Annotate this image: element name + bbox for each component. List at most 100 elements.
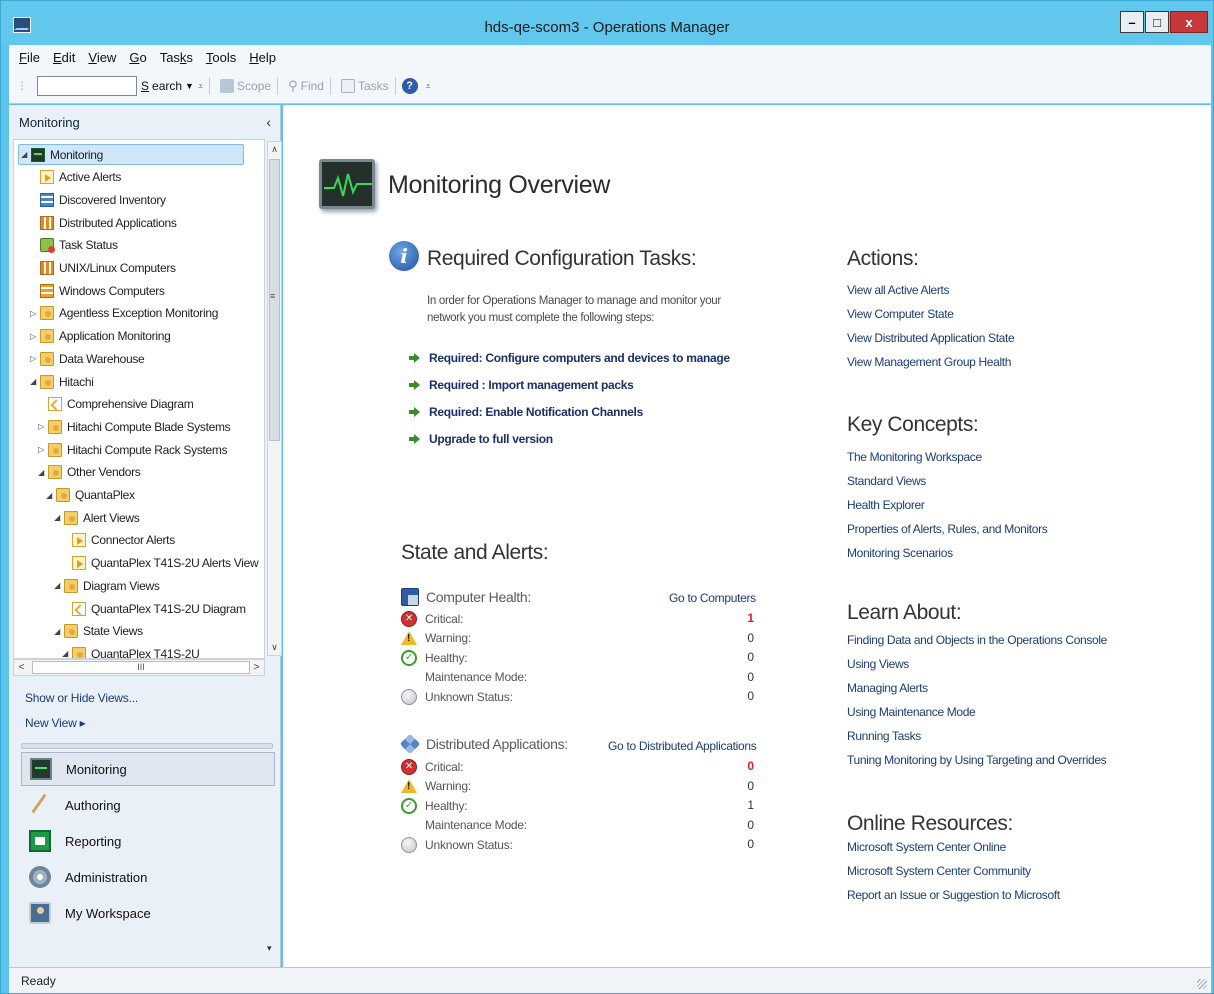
tree-item[interactable]: Discovered Inventory [28,189,166,210]
online-resources-link[interactable]: Microsoft System Center Community [847,864,1031,878]
scroll-left-icon[interactable]: < [14,660,29,675]
tree-item[interactable]: ▷ Data Warehouse [28,348,145,369]
learn-about-link[interactable]: Using Maintenance Mode [847,705,976,719]
state-row-warning[interactable]: Warning: [401,777,471,796]
tree-item[interactable]: Comprehensive Diagram [36,394,194,415]
learn-about-link[interactable]: Using Views [847,657,909,671]
tree-item[interactable]: ◢ Alert Views [52,507,140,528]
online-resources-link[interactable]: Microsoft System Center Online [847,840,1006,854]
go-to-computers-link[interactable]: Go to Computers [669,591,756,605]
state-row-healthy[interactable]: ✓ Healthy: [401,796,468,815]
minimize-button[interactable]: – [1120,11,1144,33]
key-concepts-link[interactable]: The Monitoring Workspace [847,450,982,464]
find-button[interactable]: ⚲ Find [288,78,324,94]
tree-item[interactable]: ▷ Hitachi Compute Rack Systems [36,439,228,460]
expand-toggle-icon[interactable]: ▷ [28,354,38,363]
tree-item[interactable]: Task Status [28,235,118,256]
tree-item[interactable]: Connector Alerts [60,530,175,551]
expand-toggle-icon[interactable]: ◢ [52,513,62,522]
workspace-button-monitor[interactable]: Monitoring [21,752,275,786]
tree-item[interactable]: ◢ QuantaPlex [44,485,135,506]
go-to-distributed-apps-link[interactable]: Go to Distributed Applications [608,739,757,753]
state-row-critical[interactable]: ✕ Critical: [401,609,463,628]
toolbar-grip[interactable]: ⋮ [17,81,27,92]
tree-item[interactable]: Windows Computers [28,280,165,301]
menu-item-tasks[interactable]: Tasks [160,50,193,65]
tree-item[interactable]: Distributed Applications [28,212,177,233]
required-task-link[interactable]: Required : Import management packs [409,376,634,394]
tree-item[interactable]: ◢ State Views [52,621,143,642]
state-count[interactable]: 0 [738,631,754,645]
actions-link[interactable]: View Computer State [847,307,954,321]
state-row-unknown[interactable]: Unknown Status: [401,687,513,706]
tree-item[interactable]: ◢ QuantaPlex T41S-2U [60,643,200,658]
expand-toggle-icon[interactable]: ▷ [28,309,38,318]
learn-about-link[interactable]: Finding Data and Objects in the Operatio… [847,633,1107,647]
state-count[interactable]: 1 [738,611,754,625]
expand-toggle-icon[interactable]: ◢ [60,649,70,658]
toolbar-overflow-icon[interactable]: ⩡ [426,81,431,92]
state-row-maintenance[interactable]: ⚲ Maintenance Mode: [401,816,527,835]
state-row-unknown[interactable]: Unknown Status: [401,835,513,854]
expand-toggle-icon[interactable]: ◢ [52,627,62,636]
online-resources-link[interactable]: Report an Issue or Suggestion to Microso… [847,888,1060,902]
workspace-button-reporting[interactable]: Reporting [21,824,275,858]
learn-about-link[interactable]: Running Tasks [847,729,921,743]
scroll-right-icon[interactable]: > [249,660,264,675]
tree-item[interactable]: ▷ Agentless Exception Monitoring [28,303,218,324]
tree-item[interactable]: QuantaPlex T41S-2U Alerts View [60,553,259,574]
new-view-link[interactable]: New View ▸ [25,716,86,730]
tree-item[interactable]: ◢ Hitachi [28,371,94,392]
resize-grip-icon[interactable] [1197,979,1207,989]
search-input[interactable] [37,76,137,96]
hscroll-thumb[interactable]: III [32,661,250,674]
required-task-link[interactable]: Required: Configure computers and device… [409,349,730,367]
state-count[interactable]: 0 [738,818,754,832]
state-count[interactable]: 0 [738,837,754,851]
toolbar-overflow-icon[interactable]: ⩡ [198,81,203,92]
tree-vertical-scrollbar[interactable]: ∧ ≡ ∨ [267,141,282,656]
tasks-button[interactable]: Tasks [340,79,389,93]
expand-toggle-icon[interactable]: ◢ [44,491,54,500]
menu-item-help[interactable]: Help [249,50,276,65]
actions-link[interactable]: View all Active Alerts [847,283,949,297]
state-count[interactable]: 0 [738,689,754,703]
more-workspaces-icon[interactable]: ▾ [267,943,272,954]
tree-item[interactable]: ◢ Diagram Views [52,575,160,596]
learn-about-link[interactable]: Tuning Monitoring by Using Targeting and… [847,753,1107,767]
expand-toggle-icon[interactable]: ◢ [36,468,46,477]
scope-button[interactable]: Scope [220,79,271,93]
state-count[interactable]: 0 [738,650,754,664]
expand-toggle-icon[interactable]: ▷ [28,332,38,341]
scroll-up-icon[interactable]: ∧ [268,142,281,157]
state-count[interactable]: 1 [738,798,754,812]
key-concepts-link[interactable]: Properties of Alerts, Rules, and Monitor… [847,522,1048,536]
tree-item[interactable]: Active Alerts [28,167,121,188]
menu-item-tools[interactable]: Tools [206,50,236,65]
expand-toggle-icon[interactable]: ◢ [19,150,29,159]
required-task-link[interactable]: Upgrade to full version [409,430,553,448]
key-concepts-link[interactable]: Monitoring Scenarios [847,546,953,560]
menu-item-go[interactable]: Go [129,50,146,65]
tree-horizontal-scrollbar[interactable]: < III > [13,659,265,676]
learn-about-link[interactable]: Managing Alerts [847,681,928,695]
required-task-link[interactable]: Required: Enable Notification Channels [409,403,643,421]
menu-item-view[interactable]: View [88,50,116,65]
menu-item-edit[interactable]: Edit [53,50,75,65]
tree-item[interactable]: UNIX/Linux Computers [28,258,176,279]
scroll-down-icon[interactable]: ∨ [268,640,281,655]
key-concepts-link[interactable]: Standard Views [847,474,926,488]
workspace-button-workspace[interactable]: My Workspace [21,896,275,930]
key-concepts-link[interactable]: Health Explorer [847,498,925,512]
menu-item-file[interactable]: File [19,50,40,65]
tree-item[interactable]: ▷ Application Monitoring [28,326,171,347]
actions-link[interactable]: View Distributed Application State [847,331,1015,345]
state-row-critical[interactable]: ✕ Critical: [401,757,463,776]
expand-toggle-icon[interactable]: ▷ [36,445,46,454]
expand-toggle-icon[interactable]: ◢ [28,377,38,386]
tree-item[interactable]: QuantaPlex T41S-2U Diagram [60,598,246,619]
tree-item[interactable]: ◢ Monitoring [18,144,244,165]
tree-item[interactable]: ▷ Hitachi Compute Blade Systems [36,416,231,437]
search-button[interactable]: Search ▼ [141,79,194,93]
state-count[interactable]: 0 [738,759,754,773]
